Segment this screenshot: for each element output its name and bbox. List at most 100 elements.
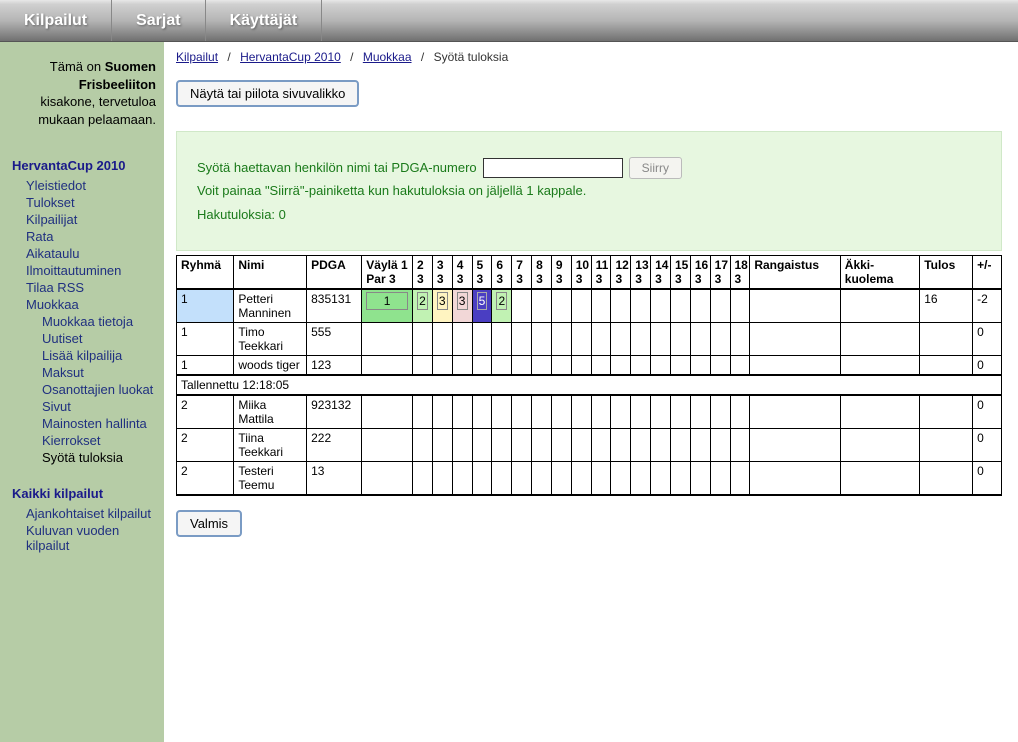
cell-score[interactable] [710, 395, 730, 429]
cell-score[interactable] [690, 289, 710, 323]
cell-score[interactable] [452, 289, 472, 323]
cell-score[interactable] [690, 462, 710, 496]
cell-score[interactable] [730, 323, 750, 356]
sidebar-link[interactable]: Muokkaa [26, 296, 160, 313]
cell-score[interactable] [472, 356, 492, 376]
cell-score[interactable] [512, 462, 532, 496]
cell-score[interactable] [362, 429, 413, 462]
cell-score[interactable] [362, 356, 413, 376]
cell-score[interactable] [631, 462, 651, 496]
cell-score[interactable] [690, 356, 710, 376]
score-input[interactable] [437, 292, 448, 310]
cell-score[interactable] [571, 323, 591, 356]
cell-score[interactable] [730, 429, 750, 462]
sidebar-sublink[interactable]: Kierrokset [42, 432, 160, 449]
score-input[interactable] [457, 292, 468, 310]
cell-score[interactable] [611, 323, 631, 356]
cell-score[interactable] [512, 323, 532, 356]
cell-score[interactable] [710, 429, 730, 462]
cell-score[interactable] [492, 395, 512, 429]
cell-score[interactable] [651, 429, 671, 462]
cell-score[interactable] [591, 323, 611, 356]
score-input[interactable] [477, 292, 488, 310]
sidebar-link[interactable]: Ajankohtaiset kilpailut [26, 505, 160, 522]
cell-score[interactable] [651, 323, 671, 356]
cell-score[interactable] [413, 289, 433, 323]
cell-rangaistus[interactable] [750, 289, 840, 323]
sidebar-sublink[interactable]: Uutiset [42, 330, 160, 347]
cell-score[interactable] [492, 356, 512, 376]
valmis-button[interactable]: Valmis [176, 510, 242, 537]
cell-score[interactable] [492, 429, 512, 462]
cell-score[interactable] [452, 395, 472, 429]
sidebar-sublink[interactable]: Maksut [42, 364, 160, 381]
cell-score[interactable] [690, 395, 710, 429]
cell-score[interactable] [452, 356, 472, 376]
cell-score[interactable] [532, 356, 552, 376]
cell-score[interactable] [730, 356, 750, 376]
cell-score[interactable] [591, 429, 611, 462]
cell-score[interactable] [362, 395, 413, 429]
cell-score[interactable] [730, 395, 750, 429]
breadcrumb-link[interactable]: Kilpailut [176, 50, 218, 64]
cell-score[interactable] [532, 289, 552, 323]
cell-score[interactable] [413, 356, 433, 376]
cell-score[interactable] [532, 323, 552, 356]
score-input[interactable] [366, 292, 408, 310]
cell-score[interactable] [631, 323, 651, 356]
cell-score[interactable] [551, 289, 571, 323]
cell-score[interactable] [631, 395, 651, 429]
sidebar-link[interactable]: Kilpailijat [26, 211, 160, 228]
cell-score[interactable] [730, 462, 750, 496]
cell-score[interactable] [413, 429, 433, 462]
cell-score[interactable] [432, 395, 452, 429]
cell-rangaistus[interactable] [750, 462, 840, 496]
cell-akkikuolema[interactable] [840, 323, 919, 356]
cell-score[interactable] [690, 429, 710, 462]
score-input[interactable] [417, 292, 428, 310]
cell-score[interactable] [472, 289, 492, 323]
cell-score[interactable] [512, 289, 532, 323]
cell-rangaistus[interactable] [750, 429, 840, 462]
cell-score[interactable] [710, 289, 730, 323]
cell-score[interactable] [452, 462, 472, 496]
sidebar-link[interactable]: Rata [26, 228, 160, 245]
toggle-sidemenu-button[interactable]: Näytä tai piilota sivuvalikko [176, 80, 359, 107]
cell-score[interactable] [532, 429, 552, 462]
cell-score[interactable] [362, 323, 413, 356]
cell-score[interactable] [651, 462, 671, 496]
cell-score[interactable] [512, 395, 532, 429]
cell-score[interactable] [362, 462, 413, 496]
cell-score[interactable] [710, 323, 730, 356]
cell-score[interactable] [571, 462, 591, 496]
cell-score[interactable] [710, 462, 730, 496]
sidebar-sublink[interactable]: Mainosten hallinta [42, 415, 160, 432]
cell-score[interactable] [611, 395, 631, 429]
cell-score[interactable] [551, 395, 571, 429]
cell-score[interactable] [532, 462, 552, 496]
cell-score[interactable] [670, 429, 690, 462]
cell-score[interactable] [670, 462, 690, 496]
cell-score[interactable] [631, 356, 651, 376]
cell-score[interactable] [413, 323, 433, 356]
nav-kayttajat[interactable]: Käyttäjät [206, 0, 323, 41]
cell-score[interactable] [651, 395, 671, 429]
breadcrumb-link[interactable]: Muokkaa [363, 50, 412, 64]
cell-score[interactable] [670, 356, 690, 376]
cell-score[interactable] [452, 429, 472, 462]
cell-score[interactable] [413, 462, 433, 496]
sidebar-sublink[interactable]: Muokkaa tietoja [42, 313, 160, 330]
cell-rangaistus[interactable] [750, 395, 840, 429]
cell-score[interactable] [651, 289, 671, 323]
cell-score[interactable] [362, 289, 413, 323]
cell-score[interactable] [512, 356, 532, 376]
cell-score[interactable] [611, 356, 631, 376]
cell-akkikuolema[interactable] [840, 429, 919, 462]
cell-score[interactable] [492, 289, 512, 323]
cell-score[interactable] [432, 462, 452, 496]
cell-score[interactable] [690, 323, 710, 356]
cell-score[interactable] [591, 462, 611, 496]
sidebar-sublink[interactable]: Lisää kilpailija [42, 347, 160, 364]
cell-score[interactable] [551, 462, 571, 496]
cell-score[interactable] [512, 429, 532, 462]
